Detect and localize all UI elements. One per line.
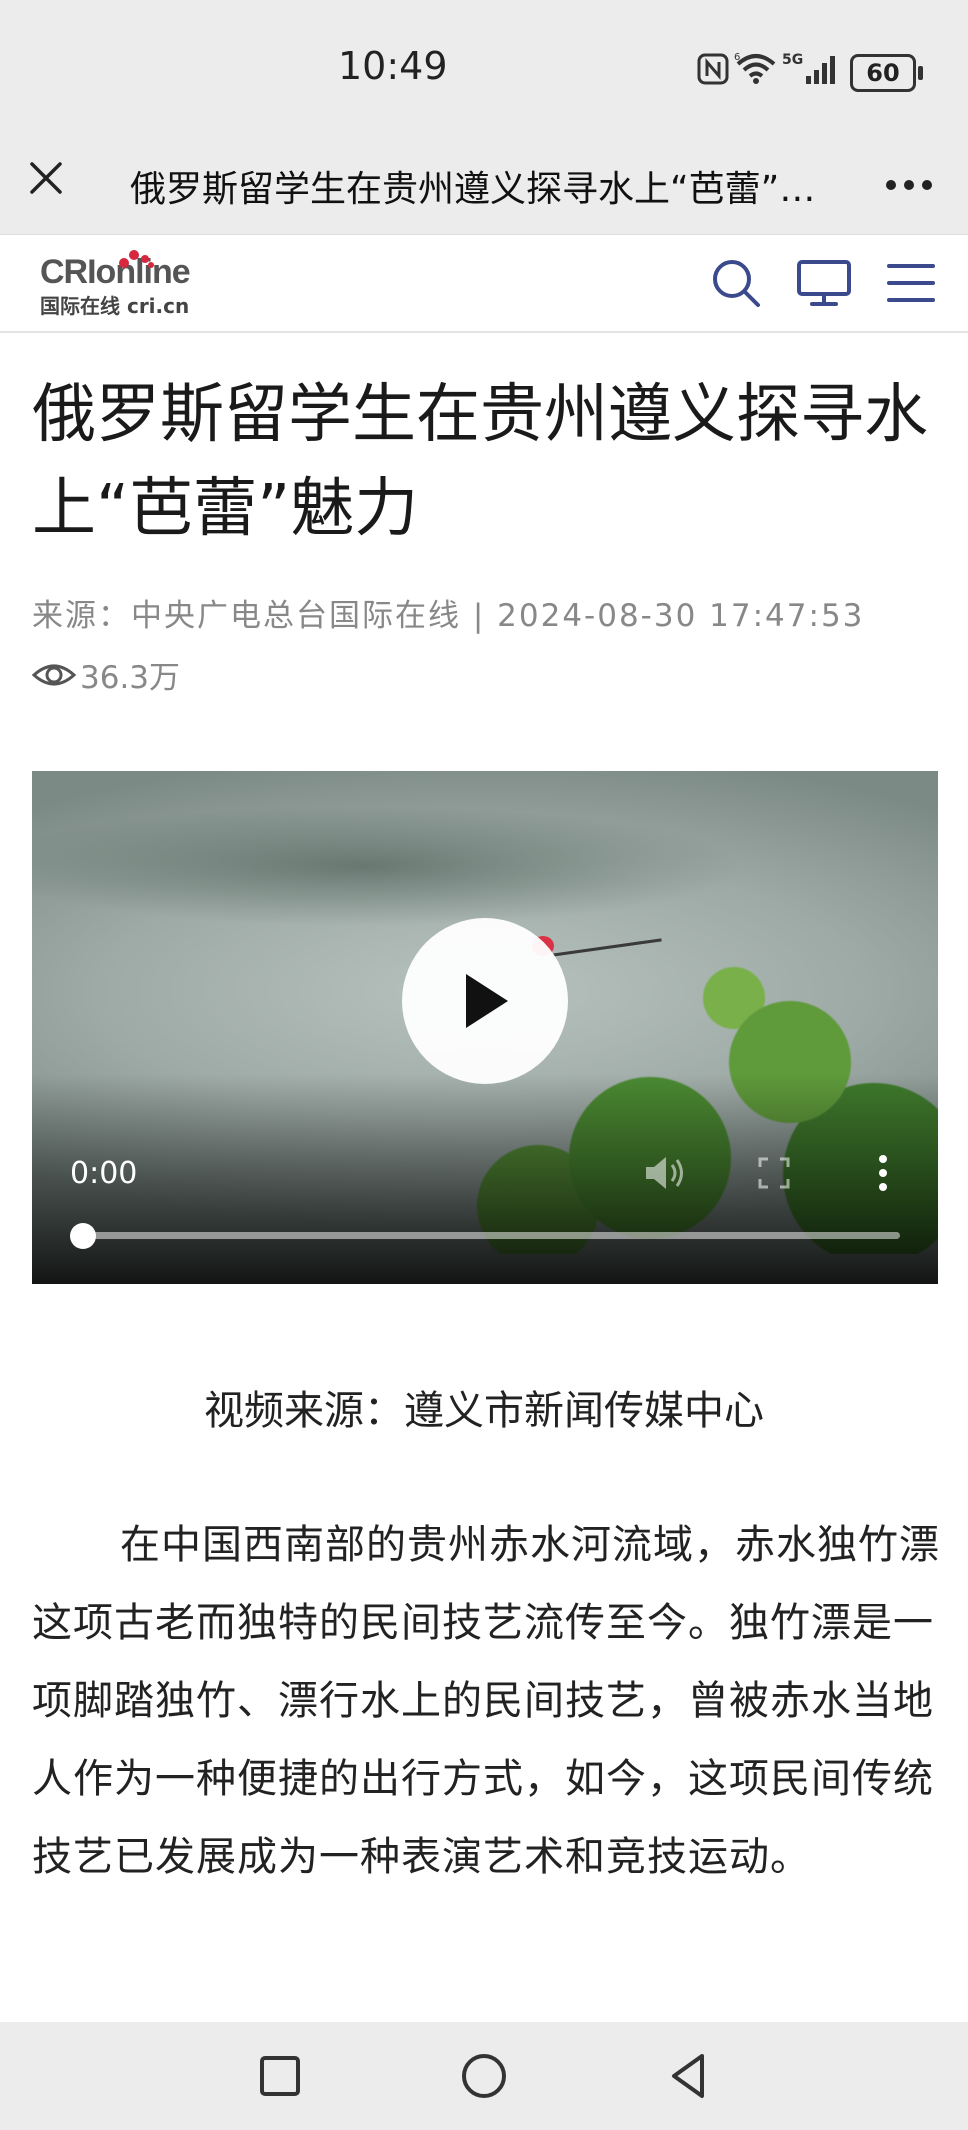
title-bar: 俄罗斯留学生在贵州遵义探寻水上“芭蕾”魅力 xyxy=(0,140,968,235)
svg-text:5G: 5G xyxy=(782,52,803,68)
battery-icon: 60 xyxy=(850,54,923,92)
play-button[interactable] xyxy=(402,918,568,1084)
video-controls-shade xyxy=(32,1074,938,1284)
video-current-time: 0:00 xyxy=(70,1156,138,1191)
home-icon[interactable] xyxy=(458,2050,510,2102)
nfc-icon xyxy=(697,53,729,85)
play-icon xyxy=(466,974,508,1028)
video-progress-handle[interactable] xyxy=(70,1223,96,1249)
wifi-icon: 6 xyxy=(734,52,776,84)
logo-dots-icon xyxy=(119,250,154,268)
article-meta: 来源：中央广电总台国际在线 | 2024-08-30 17:47:53 xyxy=(32,598,865,634)
more-icon[interactable] xyxy=(884,178,934,192)
svg-text:6: 6 xyxy=(734,52,740,63)
fullscreen-icon[interactable] xyxy=(754,1153,794,1193)
page-title: 俄罗斯留学生在贵州遵义探寻水上“芭蕾”魅力 xyxy=(130,169,820,210)
system-nav-bar xyxy=(0,2022,968,2130)
status-time: 10:49 xyxy=(338,44,448,88)
view-count: 36.3万 xyxy=(32,652,180,697)
logo-subtitle: 国际在线 cri.cn xyxy=(40,294,190,318)
article-paragraph: 在中国西南部的贵州赤水河流域，赤水独竹漂这项古老而独特的民间技艺流传至今。独竹漂… xyxy=(32,1522,940,1880)
video-progress-bar[interactable] xyxy=(82,1232,900,1239)
menu-icon[interactable] xyxy=(886,257,936,309)
volume-icon[interactable] xyxy=(642,1153,688,1193)
video-player[interactable]: 0:00 xyxy=(32,771,938,1284)
tv-icon[interactable] xyxy=(796,257,852,309)
back-icon[interactable] xyxy=(664,2050,716,2102)
article-headline: 俄罗斯留学生在贵州遵义探寻水上“芭蕾”魅力 xyxy=(32,378,928,546)
video-caption: 视频来源：遵义市新闻传媒中心 xyxy=(204,1388,764,1434)
recent-apps-icon[interactable] xyxy=(254,2050,306,2102)
5g-signal-icon: 5G xyxy=(782,52,835,84)
site-logo[interactable]: CRIonline 国际在线 cri.cn xyxy=(40,250,210,319)
close-icon[interactable] xyxy=(26,158,66,198)
eye-icon xyxy=(32,664,76,685)
search-icon[interactable] xyxy=(710,257,762,309)
view-count-value: 36.3万 xyxy=(80,660,181,696)
site-header: CRIonline 国际在线 cri.cn xyxy=(0,235,968,333)
status-bar: 10:49 6 5G 60 xyxy=(0,0,968,140)
video-menu-icon[interactable] xyxy=(876,1153,890,1193)
